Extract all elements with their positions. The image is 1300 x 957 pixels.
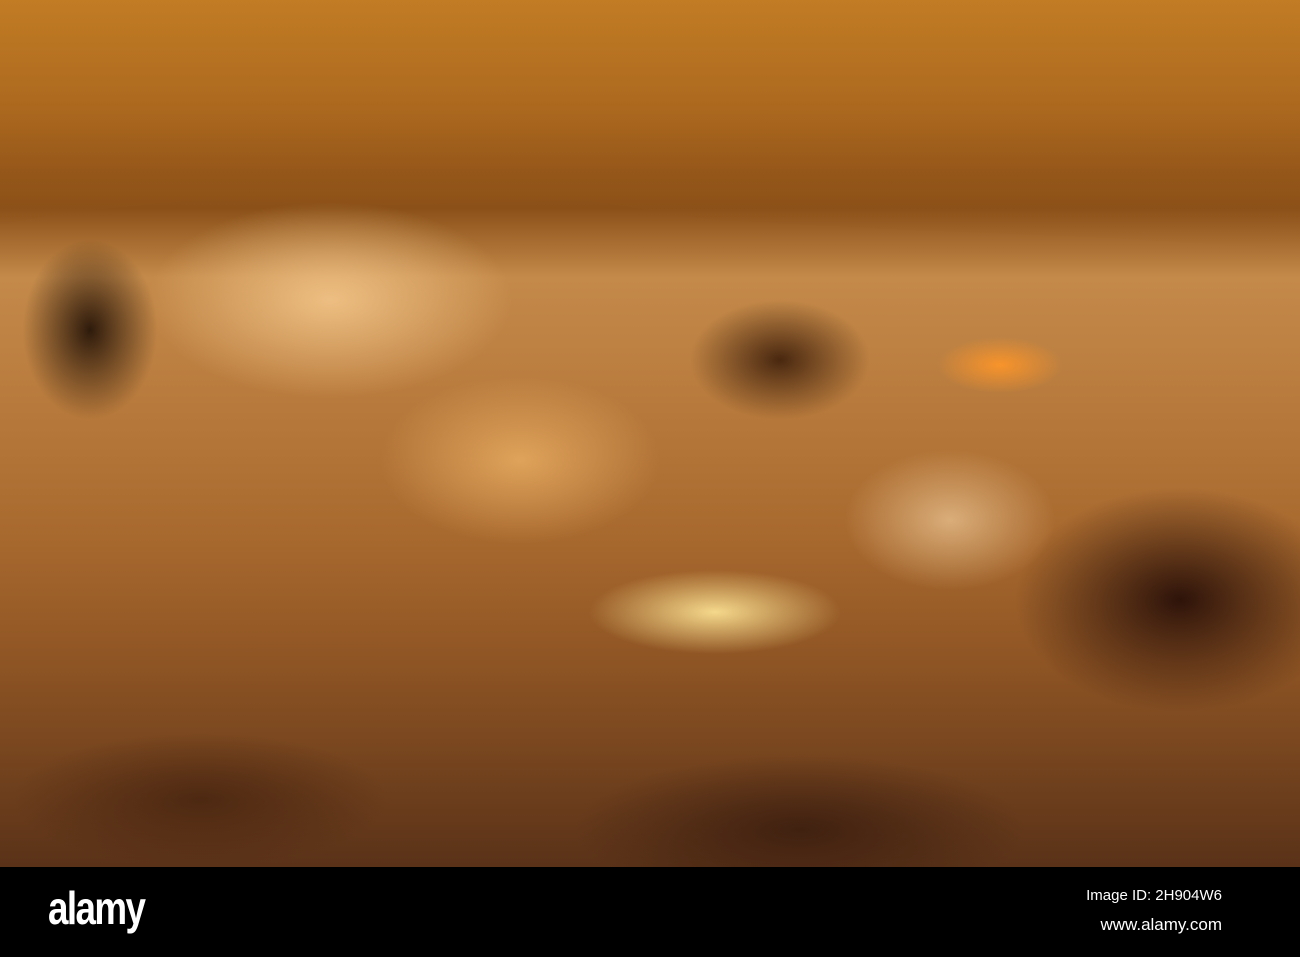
cave-ceiling bbox=[0, 0, 1300, 250]
watermark-bar: alamy Image ID: 2H904W6 www.alamy.com bbox=[0, 867, 1300, 957]
image-id: Image ID: 2H904W6 bbox=[1086, 887, 1222, 904]
site-url: www.alamy.com bbox=[1100, 915, 1222, 934]
cave-photo bbox=[0, 0, 1300, 867]
stock-image: alamy Image ID: 2H904W6 www.alamy.com bbox=[0, 0, 1300, 957]
alamy-logo: alamy bbox=[48, 882, 146, 934]
